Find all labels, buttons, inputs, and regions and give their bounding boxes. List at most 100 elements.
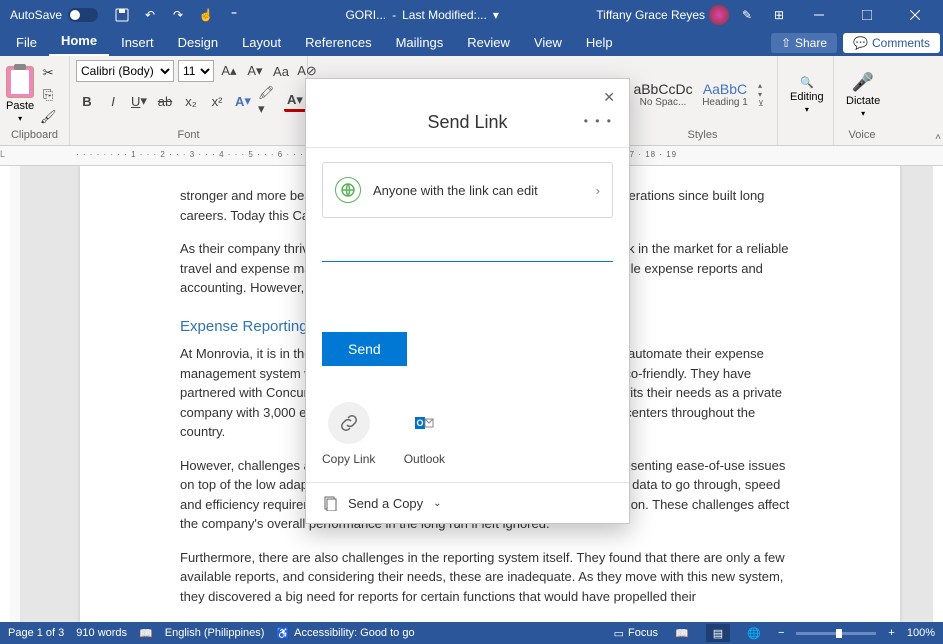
group-voice: 🎤 Dictate ▾ Voice (834, 56, 890, 145)
tab-view[interactable]: View (522, 31, 574, 56)
underline-button[interactable]: U ▾ (128, 90, 150, 112)
strikethrough-button[interactable]: ab (154, 90, 176, 112)
collapse-ribbon-icon[interactable]: ˄ (935, 132, 941, 143)
send-a-copy-button[interactable]: Send a Copy ⌄ (306, 482, 629, 523)
style-heading-1[interactable]: AaBbC Heading 1 (696, 69, 754, 121)
ribbon-display-icon[interactable]: ⊞ (765, 0, 793, 30)
read-mode-icon[interactable]: 📖 (670, 624, 694, 642)
send-link-dialog: ✕ Send Link • • • Anyone with the link c… (305, 78, 630, 524)
svg-text:O: O (417, 418, 424, 428)
maximize-button[interactable] (845, 0, 889, 30)
dialog-title: Send Link • • • (306, 112, 629, 147)
styles-label: Styles (634, 129, 771, 143)
copy-icon[interactable]: ⎘ (38, 85, 58, 105)
accessibility-indicator[interactable]: ♿ Accessibility: Good to go (276, 627, 414, 640)
style-no-spacing[interactable]: aBbCcDc No Spac... (634, 69, 692, 121)
save-icon[interactable] (108, 0, 136, 30)
undo-icon[interactable]: ↶ (136, 0, 164, 30)
outlook-button[interactable]: O Outlook (403, 402, 445, 466)
styles-scroll-up-icon[interactable]: ▴ (758, 81, 764, 90)
autosave-toggle[interactable] (68, 8, 98, 22)
page-indicator[interactable]: Page 1 of 3 (8, 627, 64, 639)
qat-customize-icon[interactable]: ⁼ (220, 0, 248, 30)
superscript-button[interactable]: x² (206, 90, 228, 112)
editing-button[interactable]: 🔍 Editing ▾ (784, 76, 830, 114)
cut-icon[interactable]: ✂ (38, 63, 58, 83)
comments-button[interactable]: 💬 Comments (843, 33, 940, 53)
font-name-select[interactable]: Calibri (Body) (76, 60, 174, 82)
group-clipboard: Paste ▾ ✂ ⎘ 🖌 Clipboard (0, 56, 70, 145)
highlight-icon[interactable]: 🖍▾ (258, 90, 280, 112)
chevron-right-icon: › (596, 183, 600, 198)
recipients-input[interactable] (322, 234, 613, 262)
bold-button[interactable]: B (76, 90, 98, 112)
change-case-icon[interactable]: Aa (270, 60, 292, 82)
permission-text: Anyone with the link can edit (373, 183, 538, 198)
vertical-ruler[interactable] (10, 166, 20, 622)
outlook-icon: O (403, 402, 445, 444)
dialog-close-icon[interactable]: ✕ (603, 89, 615, 106)
tab-design[interactable]: Design (166, 31, 230, 56)
spell-check-icon[interactable]: 📖 (139, 627, 153, 640)
permission-selector[interactable]: Anyone with the link can edit › (322, 162, 613, 218)
find-icon: 🔍 (800, 76, 814, 89)
tab-review[interactable]: Review (455, 31, 522, 56)
status-bar: Page 1 of 3 910 words 📖 English (Philipp… (0, 622, 943, 644)
zoom-out-button[interactable]: − (778, 627, 784, 639)
styles-expand-icon[interactable]: ⊻ (758, 99, 764, 108)
group-font: Calibri (Body) 11 A▴ A▾ Aa A⊘ B I U ▾ ab… (70, 56, 308, 145)
grow-font-icon[interactable]: A▴ (218, 60, 240, 82)
tab-file[interactable]: File (4, 31, 49, 56)
tab-help[interactable]: Help (574, 31, 625, 56)
tab-home[interactable]: Home (49, 29, 109, 56)
chevron-down-icon: ⌄ (433, 498, 441, 509)
clipboard-label: Clipboard (6, 129, 63, 143)
autosave-label: AutoSave (10, 8, 62, 22)
dialog-more-icon[interactable]: • • • (584, 114, 613, 128)
zoom-level[interactable]: 100% (907, 627, 935, 639)
zoom-slider[interactable] (796, 632, 876, 635)
minimize-button[interactable] (797, 0, 841, 30)
send-button[interactable]: Send (322, 332, 407, 366)
copy-link-button[interactable]: Copy Link (322, 402, 375, 466)
language-indicator[interactable]: English (Philippines) (165, 627, 265, 639)
globe-icon (335, 177, 361, 203)
title-center: GORI... - Last Modified:... ▾ (248, 8, 596, 22)
font-size-select[interactable]: 11 (178, 60, 214, 82)
font-label: Font (76, 129, 301, 143)
focus-button[interactable]: ▭ Focus (614, 627, 658, 640)
share-icon: ⇧ (781, 36, 791, 50)
word-count[interactable]: 910 words (76, 627, 127, 639)
share-button[interactable]: ⇧ Share (771, 33, 837, 53)
tab-layout[interactable]: Layout (230, 31, 293, 56)
format-painter-icon[interactable]: 🖌 (38, 107, 58, 127)
touch-mode-icon[interactable]: ☝ (192, 0, 220, 30)
redo-icon[interactable]: ↷ (164, 0, 192, 30)
ribbon-tabs: File Home Insert Design Layout Reference… (0, 30, 943, 56)
styles-scroll-down-icon[interactable]: ▾ (758, 90, 764, 99)
accessibility-icon: ♿ (276, 627, 290, 640)
last-modified[interactable]: Last Modified:... (402, 8, 487, 22)
draw-icon[interactable]: ✎ (733, 0, 761, 30)
text-effects-icon[interactable]: A▾ (232, 90, 254, 112)
shrink-font-icon[interactable]: A▾ (244, 60, 266, 82)
tab-references[interactable]: References (293, 31, 383, 56)
user-avatar[interactable] (709, 5, 729, 25)
user-name[interactable]: Tiffany Grace Reyes (596, 8, 705, 22)
tab-insert[interactable]: Insert (109, 31, 166, 56)
dictate-button[interactable]: 🎤 Dictate ▾ (840, 72, 886, 118)
italic-button[interactable]: I (102, 90, 124, 112)
paragraph: Furthermore, there are also challenges i… (180, 548, 800, 607)
paste-button[interactable]: Paste ▾ (6, 66, 34, 123)
close-button[interactable] (893, 0, 937, 30)
focus-icon: ▭ (614, 627, 624, 640)
font-color-icon[interactable]: A▾ (284, 90, 306, 112)
autosave-control[interactable]: AutoSave (0, 8, 108, 22)
zoom-in-button[interactable]: + (888, 627, 894, 639)
subscript-button[interactable]: x₂ (180, 90, 202, 112)
print-layout-icon[interactable]: ▤ (706, 624, 730, 642)
tab-mailings[interactable]: Mailings (384, 31, 456, 56)
web-layout-icon[interactable]: 🌐 (742, 624, 766, 642)
comment-icon: 💬 (853, 36, 868, 50)
paste-icon (6, 66, 34, 98)
